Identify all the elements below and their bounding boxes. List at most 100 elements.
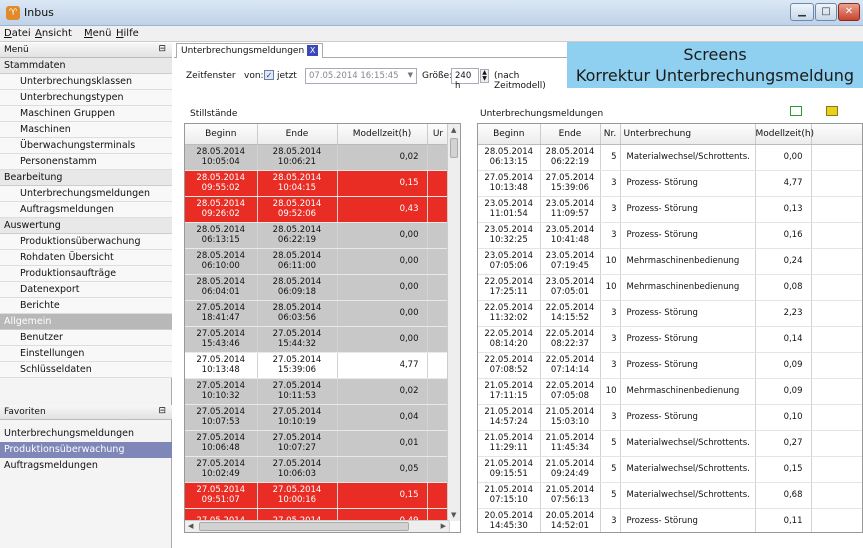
sidebar-item[interactable]: Maschinen: [0, 122, 172, 138]
sidebar-item[interactable]: Benutzer: [0, 330, 172, 346]
date-field[interactable]: 07.05.2014 16:15:45 ▼: [305, 68, 417, 84]
date-text: 28.05.2014: [196, 147, 246, 157]
spinner-icon[interactable]: ▲ ▼: [480, 69, 489, 83]
sidebar-item[interactable]: Berichte: [0, 298, 172, 314]
minimize-button[interactable]: ▁: [790, 3, 814, 21]
scroll-thumb[interactable]: [199, 522, 409, 531]
sidebar-item[interactable]: Maschinen Gruppen: [0, 106, 172, 122]
sidebar-item[interactable]: Rohdaten Übersicht: [0, 250, 172, 266]
table-row[interactable]: 21.05.2014 14:57:24 21.05.2014 15:03:10 3 Pro…: [478, 404, 862, 431]
unterbrechung-cell: Mehrmaschinenbedienung: [620, 274, 756, 301]
folder-icon[interactable]: [826, 106, 838, 116]
scroll-thumb[interactable]: [450, 138, 458, 158]
column-header-nr[interactable]: Nr.: [600, 124, 621, 145]
sidebar-item[interactable]: Auftragsmeldungen: [0, 202, 172, 218]
new-record-icon[interactable]: [790, 106, 802, 116]
time-text: 15:39:06: [277, 365, 317, 375]
table-row[interactable]: 28.05.2014 10:05:04 28.05.2014 10:06:21 0,02: [185, 144, 450, 171]
maximize-button[interactable]: □: [815, 3, 837, 21]
favorite-item[interactable]: Unterbrechungsmeldungen: [0, 426, 172, 442]
sidebar-item[interactable]: Unterbrechungstypen: [0, 90, 172, 106]
column-header-ende[interactable]: Ende: [257, 124, 338, 145]
table-row[interactable]: 28.05.2014 06:04:01 28.05.2014 06:09:18 0,00: [185, 274, 450, 301]
favorite-item[interactable]: Auftragsmeldungen: [0, 458, 172, 474]
table-row[interactable]: 27.05.2014 10:02:49 27.05.2014 10:06:03 0,05: [185, 456, 450, 483]
table-row[interactable]: 28.05.2014 06:13:15 28.05.2014 06:22:19 5 Mat…: [478, 144, 862, 171]
nav-group-3[interactable]: Allgemein: [0, 314, 172, 330]
sidebar-item[interactable]: Personenstamm: [0, 154, 172, 170]
table-row[interactable]: 22.05.2014 17:25:11 23.05.2014 07:05:01 10 Me…: [478, 274, 862, 301]
tab-unterbrechungsmeldungen[interactable]: Unterbrechungsmeldungen X: [176, 43, 324, 58]
groesse-input[interactable]: 240 h: [451, 68, 479, 91]
scroll-left-icon[interactable]: ◀: [188, 522, 193, 530]
table-row[interactable]: 22.05.2014 08:14:20 22.05.2014 08:22:37 3 Pro…: [478, 326, 862, 353]
sidebar-item[interactable]: Produktionsaufträge: [0, 266, 172, 282]
table-row[interactable]: 27.05.2014 09:51:07 27.05.2014 10:00:16 0,15: [185, 482, 450, 509]
nr-cell: 3: [600, 326, 621, 353]
horizontal-scrollbar[interactable]: ◀ ▶: [185, 520, 449, 532]
scroll-down-icon[interactable]: ▼: [451, 511, 456, 519]
menu-hilfe[interactable]: Hilfe: [116, 28, 139, 39]
sidebar-item[interactable]: Produktionsüberwachung: [0, 234, 172, 250]
nr-cell: 5: [600, 430, 621, 457]
column-header-beginn[interactable]: Beginn: [185, 124, 258, 145]
menu-menue[interactable]: Menü: [84, 28, 111, 39]
column-header-unterbrechung[interactable]: Unterbrechung: [620, 124, 756, 145]
sidebar-item[interactable]: Unterbrechungsmeldungen: [0, 186, 172, 202]
table-row[interactable]: 20.05.2014 14:45:30 20.05.2014 14:52:01 3 Pro…: [478, 508, 862, 532]
table-row[interactable]: 28.05.2014 09:26:02 28.05.2014 09:52:06 0,43: [185, 196, 450, 223]
date-text: 27.05.2014: [196, 407, 246, 417]
column-header-ur[interactable]: Ur: [427, 124, 450, 145]
empty-cell: [811, 378, 862, 405]
table-row[interactable]: 27.05.2014 10:07:53 27.05.2014 10:10:19 0,04: [185, 404, 450, 431]
table-row[interactable]: 22.05.2014 11:32:02 22.05.2014 14:15:52 3 Pro…: [478, 300, 862, 327]
column-header-modellzeit[interactable]: Modellzeit(h): [755, 124, 814, 145]
sidebar-item[interactable]: Unterbrechungsklassen: [0, 74, 172, 90]
table-row[interactable]: 23.05.2014 07:05:06 23.05.2014 07:19:45 10 Me…: [478, 248, 862, 275]
table-row[interactable]: 28.05.2014 09:55:02 28.05.2014 10:04:15 0,15: [185, 170, 450, 197]
nav-group-0[interactable]: Stammdaten: [0, 58, 172, 74]
nav-group-1[interactable]: Bearbeitung: [0, 170, 172, 186]
table-row[interactable]: 28.05.2014 06:13:15 28.05.2014 06:22:19 0,00: [185, 222, 450, 249]
time-text: 06:11:00: [277, 261, 317, 271]
sidebar-item[interactable]: Überwachungsterminals: [0, 138, 172, 154]
table-row[interactable]: 21.05.2014 11:29:11 21.05.2014 11:45:34 5 Mat…: [478, 430, 862, 457]
column-header-modellzeit[interactable]: Modellzeit(h): [337, 124, 428, 145]
scroll-right-icon[interactable]: ▶: [441, 522, 446, 530]
table-row[interactable]: 22.05.2014 07:08:52 22.05.2014 07:14:14 3 Pro…: [478, 352, 862, 379]
table-row[interactable]: 21.05.2014 07:15:10 21.05.2014 07:56:13 5 Mat…: [478, 482, 862, 509]
table-row[interactable]: 27.05.2014 10:10:32 27.05.2014 10:11:53 0,02: [185, 378, 450, 405]
sidebar-item[interactable]: Schlüsseldaten: [0, 362, 172, 378]
menu-ansicht[interactable]: Ansicht: [35, 28, 72, 39]
sidebar-item[interactable]: Einstellungen: [0, 346, 172, 362]
scroll-up-icon[interactable]: ▲: [451, 126, 456, 134]
vertical-scrollbar[interactable]: ▲ ▼: [447, 124, 460, 521]
chevron-down-icon[interactable]: ▼: [408, 71, 413, 79]
table-row[interactable]: 23.05.2014 10:32:25 23.05.2014 10:41:48 3 Pro…: [478, 222, 862, 249]
unterbrechung-cell: Prozess- Störung: [620, 300, 756, 327]
table-row[interactable]: 21.05.2014 17:11:15 22.05.2014 07:05:08 10 Me…: [478, 378, 862, 405]
table-row[interactable]: 27.05.2014 10:06:48 27.05.2014 10:07:27 0,01: [185, 430, 450, 457]
close-tab-icon[interactable]: X: [307, 45, 319, 56]
table-row[interactable]: 28.05.2014 06:10:00 28.05.2014 06:11:00 0,00: [185, 248, 450, 275]
nav-group-2[interactable]: Auswertung: [0, 218, 172, 234]
sidebar-item[interactable]: Datenexport: [0, 282, 172, 298]
table-row[interactable]: 27.05.2014 15:43:46 27.05.2014 15:44:32 0,00: [185, 326, 450, 353]
menu-datei[interactable]: Datei: [4, 28, 31, 39]
jetzt-checkbox[interactable]: ✓: [264, 70, 274, 80]
table-row[interactable]: 23.05.2014 11:01:54 23.05.2014 11:09:57 3 Pro…: [478, 196, 862, 223]
pin-icon[interactable]: ⊟: [158, 44, 166, 54]
table-row[interactable]: 27.05.2014 10:13:48 27.05.2014 15:39:06 3 Pro…: [478, 170, 862, 197]
column-header-ende[interactable]: Ende: [540, 124, 601, 145]
table-row[interactable]: 21.05.2014 09:15:51 21.05.2014 09:24:49 5 Mat…: [478, 456, 862, 483]
close-button[interactable]: ✕: [838, 3, 860, 21]
date-text: 27.05.2014: [272, 355, 322, 365]
date-text: 22.05.2014: [484, 277, 534, 287]
favorite-item[interactable]: Produktionsüberwachung: [0, 442, 172, 458]
column-header-beginn[interactable]: Beginn: [478, 124, 541, 145]
ur-cell: [427, 378, 450, 405]
table-row[interactable]: 27.05.2014 18:41:47 28.05.2014 06:03:56 0,00: [185, 300, 450, 327]
pin-icon[interactable]: ⊟: [158, 406, 166, 416]
table-row[interactable]: 27.05.2014 10:13:48 27.05.2014 15:39:06 4,77: [185, 352, 450, 379]
date-text: 23.05.2014: [545, 225, 595, 235]
